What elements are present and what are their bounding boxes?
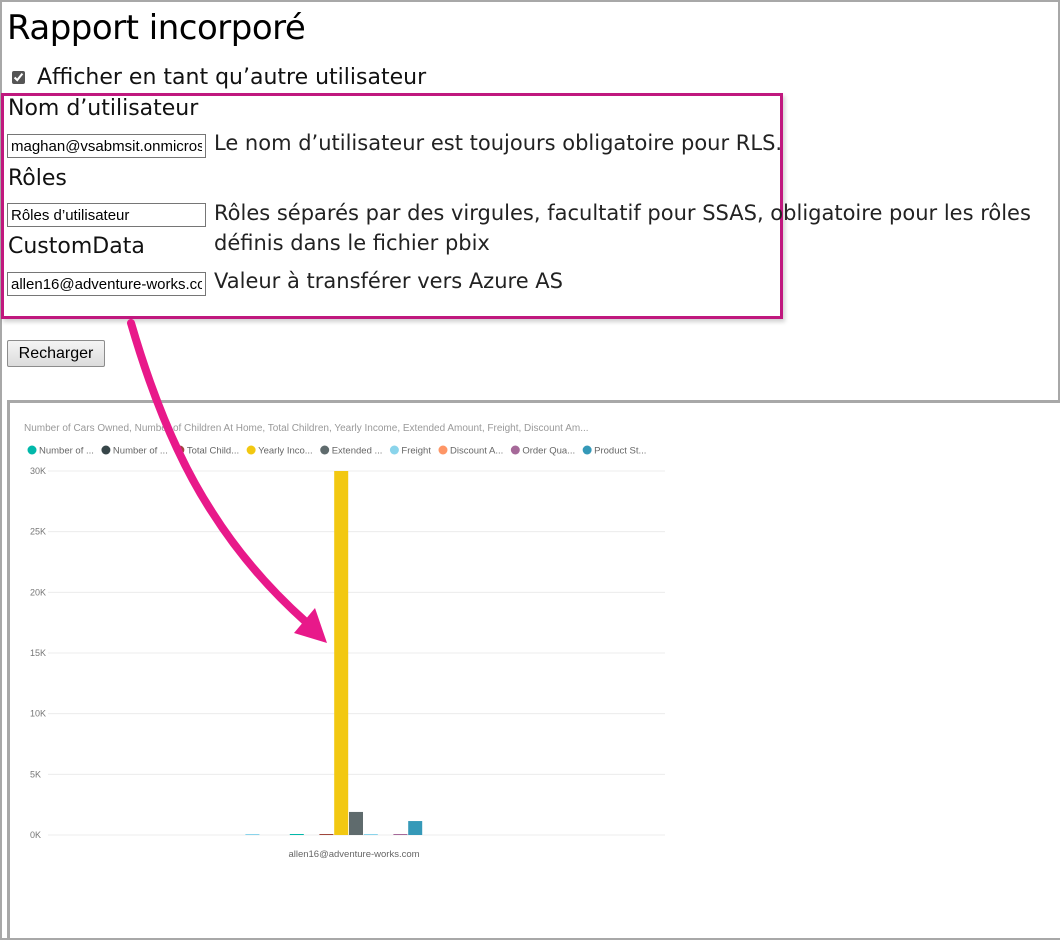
y-tick-label: 15K (30, 648, 46, 658)
bar[interactable] (245, 834, 260, 835)
bar[interactable] (363, 834, 378, 835)
bar[interactable] (289, 834, 304, 835)
legend-swatch (175, 445, 185, 455)
chart-title: Number of Cars Owned, Number of Children… (24, 423, 589, 434)
legend-item-label: Product St... (594, 446, 646, 457)
roles-label: Rôles (8, 166, 67, 191)
legend-item-label: Yearly Inco... (258, 446, 313, 457)
bar[interactable] (319, 834, 334, 835)
chart: Number of Cars Owned, Number of Children… (24, 423, 665, 860)
y-tick-label: 20K (30, 587, 46, 597)
legend-swatch (101, 445, 111, 455)
bar[interactable] (334, 471, 349, 835)
legend-item-label: Discount A... (450, 446, 503, 457)
y-tick-label: 5K (30, 769, 41, 779)
legend-swatch (438, 445, 448, 455)
y-tick-label: 10K (30, 709, 46, 719)
x-axis-category-label: allen16@adventure-works.com (288, 849, 419, 860)
legend-item-label: Extended ... (332, 446, 383, 457)
bar[interactable] (393, 834, 408, 835)
impersonate-row: Afficher en tant qu’autre utilisateur (10, 64, 426, 90)
roles-help-line2: définis dans le fichier pbix (214, 231, 490, 255)
embedded-report: Number of Cars Owned, Number of Children… (7, 400, 1060, 938)
username-label: Nom d’utilisateur (8, 96, 199, 121)
chart-legend: Number of ... Number of ... Total Child...… (27, 445, 646, 457)
impersonate-checkbox[interactable] (12, 70, 25, 84)
roles-help-line1: Rôles séparés par des virgules, facultat… (214, 201, 1031, 225)
roles-input[interactable] (7, 203, 206, 227)
legend-swatch (320, 445, 330, 455)
legend-item-label: Number of ... (39, 446, 94, 457)
impersonate-label: Afficher en tant qu’autre utilisateur (37, 64, 427, 90)
legend-swatch (389, 445, 399, 455)
page-title: Rapport incorporé (7, 8, 306, 48)
customdata-input[interactable] (7, 272, 206, 296)
legend-swatch (582, 445, 592, 455)
legend-item-label: Number of ... (113, 446, 168, 457)
legend-swatch (27, 445, 37, 455)
legend-item-label: Order Qua... (522, 446, 575, 457)
y-tick-label: 0K (30, 830, 41, 840)
chart-grid (48, 470, 665, 836)
customdata-help: Valeur à transférer vers Azure AS (214, 269, 563, 293)
y-tick-label: 25K (30, 527, 46, 537)
legend-item-label: Freight (401, 446, 431, 457)
y-axis: 0K 5K 10K 15K 20K 25K 30K (30, 466, 46, 840)
legend-swatch (510, 445, 520, 455)
bar[interactable] (349, 811, 363, 835)
legend-swatch (246, 445, 256, 455)
username-help: Le nom d’utilisateur est toujours obliga… (214, 131, 783, 155)
y-tick-label: 30K (30, 466, 46, 476)
legend-item-label: Total Child... (187, 446, 239, 457)
username-input[interactable] (7, 134, 206, 158)
customdata-label: CustomData (8, 234, 145, 259)
reload-button[interactable]: Recharger (7, 340, 105, 367)
bar[interactable] (408, 821, 423, 835)
roles-help: Rôles séparés par des virgules, facultat… (214, 198, 1031, 258)
